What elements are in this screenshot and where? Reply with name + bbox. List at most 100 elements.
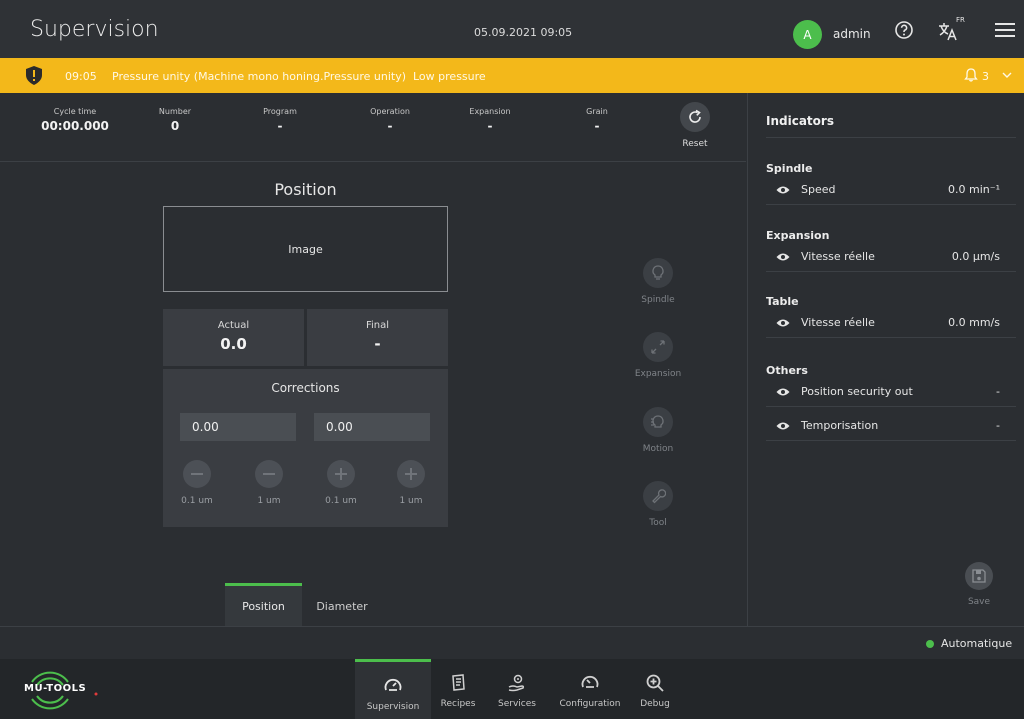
final-value: - [374,335,381,353]
reset-button[interactable]: Reset [677,102,713,152]
save-button[interactable]: Save [961,562,997,607]
spindle-action[interactable]: Spindle [628,258,688,305]
info-operation: Operation - [355,107,425,133]
bulb-icon [652,265,664,280]
decrement-large-button[interactable] [255,460,283,488]
alarm-bar[interactable]: 09:05 Pressure unity (Machine mono honin… [0,58,1024,93]
info-number: Number 0 [150,107,200,133]
action-circle [643,332,673,362]
correction-input-right[interactable] [314,413,430,441]
shield-alert-icon [26,66,42,85]
bell-icon [964,68,978,82]
info-cycle-time: Cycle time 00:00.000 [40,107,110,133]
indicator-value: - [996,419,1000,432]
alarm-time: 09:05 [65,70,97,83]
info-label: Grain [586,107,608,116]
hamburger-menu-icon[interactable] [995,22,1015,38]
nav-recipes[interactable]: Recipes [435,659,481,719]
bottom-nav: MU-TOOLS Supervision Recipes Services Co… [0,659,1024,719]
decrement-small-button[interactable] [183,460,211,488]
indicator-row[interactable]: Speed 0.0 min⁻¹ [766,177,1016,205]
info-value: 0 [170,119,180,133]
help-icon[interactable] [894,20,914,40]
status-strip: Automatique [0,626,1024,659]
zoom-in-icon [646,674,664,692]
save-circle [965,562,993,590]
gauge-icon [581,675,599,688]
alarm-count: 3 [982,70,989,83]
tab-position[interactable]: Position [225,583,302,626]
increment-large-button[interactable] [397,460,425,488]
indicator-group-spindle: Spindle [766,162,813,175]
info-expansion: Expansion - [455,107,525,133]
info-label: Cycle time [53,107,97,116]
info-value: - [277,119,283,133]
indicator-value: 0.0 mm/s [948,316,1000,329]
step-label: 0.1 um [181,496,213,506]
top-header: Supervision 05.09.2021 09:05 A admin FR [0,0,1024,58]
eye-icon [776,186,790,194]
actual-value-box: Actual 0.0 [163,309,304,366]
mu-tools-logo: MU-TOOLS [14,667,104,712]
expansion-action[interactable]: Expansion [628,332,688,379]
position-title: Position [274,180,337,199]
indicator-row[interactable]: Vitesse réelle 0.0 µm/s [766,244,1016,272]
final-label: Final [365,320,390,331]
avatar[interactable]: A [793,20,822,49]
eye-icon [776,253,790,261]
tab-diameter[interactable]: Diameter [302,583,382,626]
page-title: Supervision [30,17,159,42]
indicator-row[interactable]: Position security out - [766,379,1016,407]
indicator-value: - [996,385,1000,398]
indicator-value: 0.0 µm/s [951,250,1000,263]
logo-text: MU-TOOLS [24,683,87,694]
indicator-name: Speed [801,183,836,196]
chevron-down-icon[interactable] [1001,69,1013,81]
step-label: 1 um [257,496,281,506]
action-label: Expansion [634,369,682,379]
gear-hand-icon [508,674,525,692]
nav-services[interactable]: Services [492,659,542,719]
indicator-row[interactable]: Temporisation - [766,413,1016,441]
info-label: Operation [370,107,410,116]
info-value: 00:00.000 [41,119,109,133]
correction-input-left[interactable] [180,413,296,441]
nav-debug[interactable]: Debug [635,659,675,719]
wrench-icon [652,489,666,504]
minus-icon [263,473,275,475]
tool-action[interactable]: Tool [628,481,688,528]
nav-configuration[interactable]: Configuration [556,659,624,719]
info-program: Program - [250,107,310,133]
indicator-group-others: Others [766,364,808,377]
eye-icon [776,388,790,396]
info-grain: Grain - [572,107,622,133]
actual-label: Actual [217,320,250,331]
translate-icon[interactable]: FR [937,16,965,42]
indicator-name: Temporisation [801,419,879,432]
save-label: Save [967,597,991,607]
increment-small-button[interactable] [327,460,355,488]
datetime: 05.09.2021 09:05 [474,26,573,39]
nav-supervision[interactable]: Supervision [355,659,431,719]
motion-action[interactable]: Motion [628,407,688,454]
image-placeholder: Image [163,206,448,292]
indicators-title: Indicators [766,114,834,128]
indicator-group-table: Table [766,295,799,308]
corrections-panel: Corrections 0.1 um 1 um 0.1 um 1 um [163,369,448,527]
info-label: Program [263,107,297,116]
indicator-name: Vitesse réelle [801,250,875,263]
info-label: Number [158,107,192,116]
notebook-icon [452,674,465,691]
status-dot [926,640,934,648]
gauge-icon [384,678,402,691]
info-label: Expansion [469,107,511,116]
indicator-row[interactable]: Vitesse réelle 0.0 mm/s [766,310,1016,338]
user-name[interactable]: admin [833,27,871,41]
alarm-message: Pressure unity (Machine mono honing.Pres… [112,70,407,83]
step-label: 1 um [399,496,423,506]
indicator-name: Position security out [801,385,913,398]
final-value-box: Final - [307,309,448,366]
refresh-icon [689,109,701,123]
floppy-disk-icon [972,569,986,583]
nav-label: Services [498,699,536,709]
